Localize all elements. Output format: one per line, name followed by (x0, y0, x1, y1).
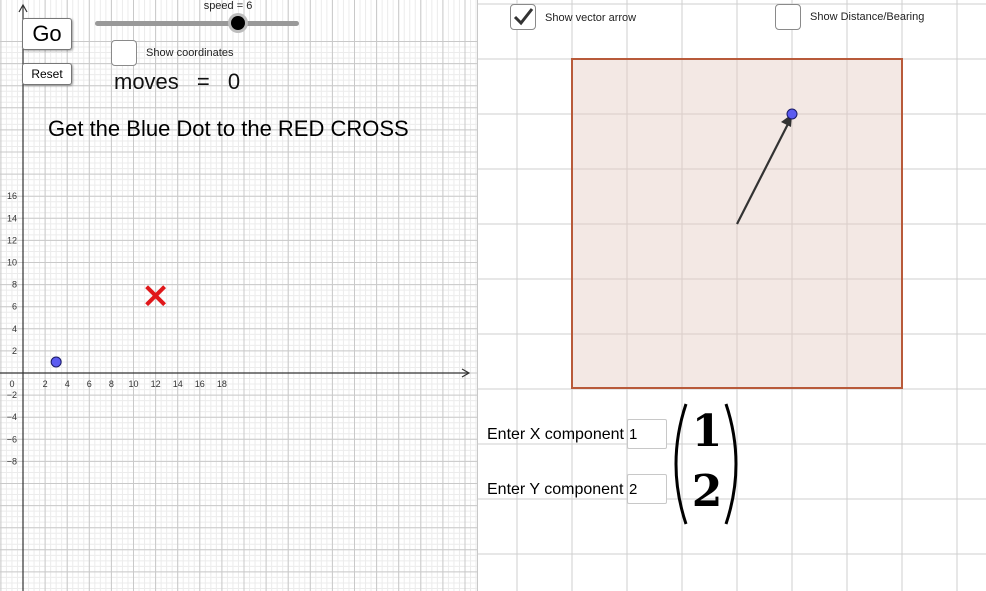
moves-value: 0 (227, 69, 241, 94)
instruction-text: Get the Blue Dot to the RED CROSS (48, 116, 409, 141)
y-tick-label: −4 (7, 412, 17, 422)
graphics-view-left[interactable]: 2 4 6 8 10 12 14 16 18 2 4 6 8 10 12 14 16 −2 −4 −6 −8 0 Go R… (0, 0, 477, 591)
go-button[interactable]: Go (22, 18, 72, 50)
moves-label: moves (114, 69, 179, 94)
vector-x-value: 1 (691, 406, 723, 457)
blue-dot[interactable] (50, 356, 62, 368)
graphics-view-right[interactable]: Show vector arrow Show Distance/Bearing … (478, 0, 986, 591)
x-tick-label: 12 (151, 379, 161, 389)
x-tick-label: 10 (128, 379, 138, 389)
y-tick-label: 2 (12, 346, 17, 356)
show-vector-label: Show vector arrow (545, 12, 637, 24)
moves-counter: moves = 0 (114, 69, 240, 95)
x-tick-label: 14 (173, 379, 183, 389)
show-distance-label: Show Distance/Bearing (810, 11, 925, 23)
x-tick-label: 2 (43, 379, 48, 389)
x-tick-label: 16 (195, 379, 205, 389)
column-vector: 1 2 (664, 400, 754, 528)
show-coordinates-label: Show coordinates (146, 47, 234, 59)
y-tick-label: 12 (7, 235, 17, 245)
x-component-label: Enter X component (487, 426, 624, 443)
y-tick-label: 10 (7, 258, 17, 268)
x-tick-label: 6 (87, 379, 92, 389)
speed-slider-label: speed = 6 (203, 0, 253, 12)
x-tick-label: 18 (217, 379, 227, 389)
blue-dot-preview[interactable] (786, 108, 798, 120)
y-tick-label: 16 (7, 191, 17, 201)
vector-y-value: 2 (691, 466, 723, 517)
x-tick-label: 4 (65, 379, 70, 389)
show-coordinates-checkbox[interactable] (111, 40, 137, 66)
y-component-label: Enter Y component (487, 481, 624, 498)
y-tick-label: 4 (12, 324, 17, 334)
y-tick-label: −2 (7, 390, 17, 400)
x-tick-label: 8 (109, 379, 114, 389)
show-vector-checkbox[interactable] (510, 4, 536, 30)
moves-equals: = (196, 69, 210, 94)
speed-slider-track[interactable] (95, 21, 299, 26)
y-tick-label: −8 (7, 456, 17, 466)
checkmark-icon (513, 8, 534, 26)
reset-button[interactable]: Reset (22, 63, 72, 85)
origin-label: 0 (9, 379, 14, 389)
show-distance-checkbox[interactable] (775, 4, 801, 30)
y-tick-label: 6 (12, 302, 17, 312)
y-tick-label: 14 (7, 213, 17, 223)
y-tick-label: 8 (12, 280, 17, 290)
y-component-input[interactable] (627, 474, 667, 504)
x-component-input[interactable] (627, 419, 667, 449)
y-tick-label: −6 (7, 434, 17, 444)
